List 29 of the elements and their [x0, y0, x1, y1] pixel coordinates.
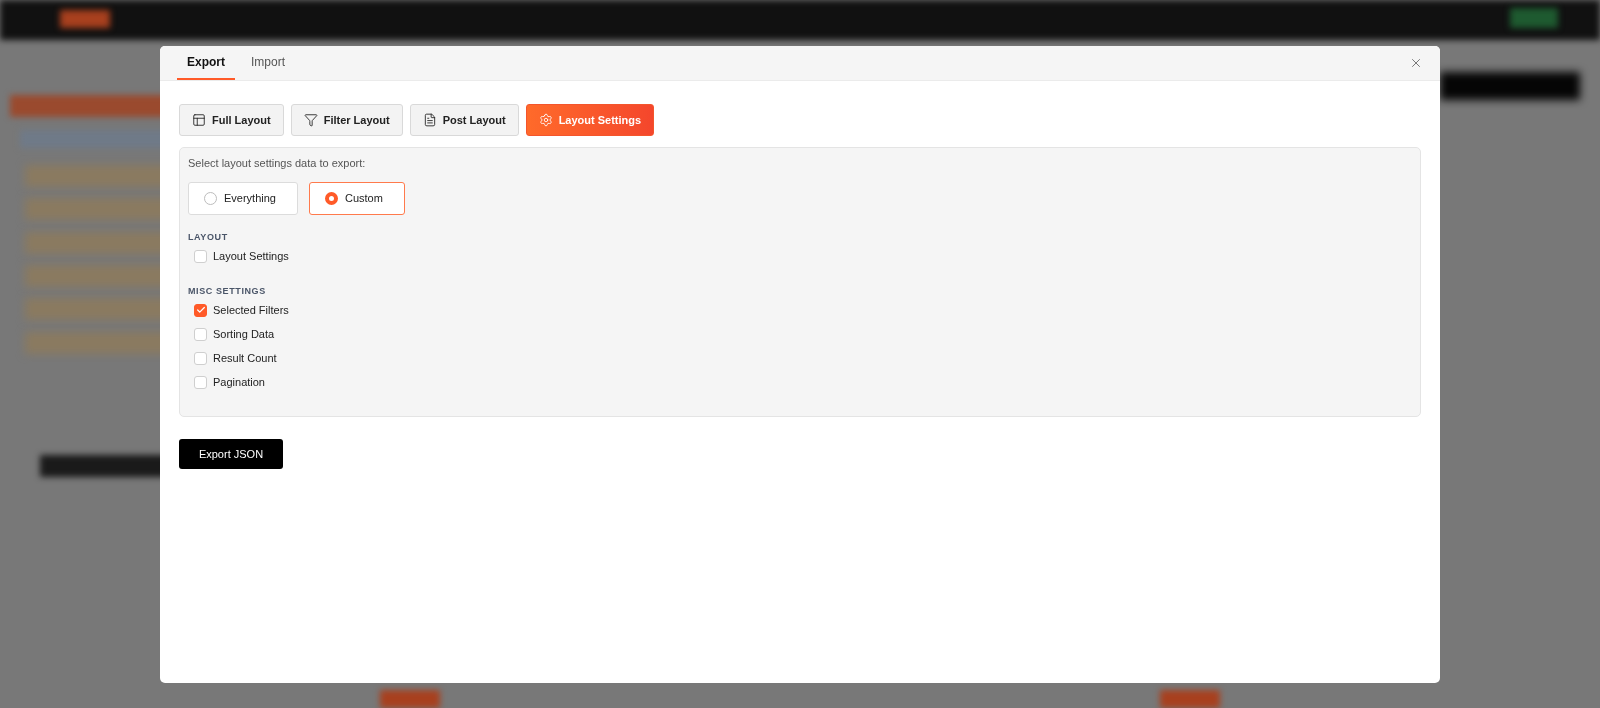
- group-heading: MISC SETTINGS: [188, 285, 267, 297]
- setting-checkbox-row[interactable]: Pagination: [188, 370, 269, 394]
- scope-option[interactable]: Everything: [188, 182, 298, 215]
- setting-checkbox-row[interactable]: Selected Filters: [188, 298, 293, 322]
- setting-checkbox-row[interactable]: Layout Settings: [188, 244, 293, 268]
- checkbox[interactable]: [194, 351, 207, 365]
- dialog-tab[interactable]: Import: [241, 46, 296, 80]
- setting-checkbox-row[interactable]: Result Count: [188, 346, 281, 370]
- check-icon: [195, 305, 206, 315]
- filter-icon: [303, 113, 318, 127]
- panel-prompt: Select layout settings data to export:: [188, 156, 367, 170]
- export-type-button[interactable]: Filter Layout: [290, 104, 403, 136]
- checkbox[interactable]: [194, 375, 207, 389]
- export-type-button[interactable]: Full Layout: [179, 104, 284, 136]
- scope-option[interactable]: Custom: [309, 182, 405, 215]
- settings-icon: [538, 113, 553, 127]
- checkbox[interactable]: [194, 249, 207, 263]
- dialog-tab[interactable]: Export: [177, 46, 235, 80]
- export-json-button[interactable]: Export JSON: [179, 439, 283, 469]
- radio-icon: [325, 192, 338, 205]
- setting-checkbox-row[interactable]: Sorting Data: [188, 322, 279, 346]
- group-heading: LAYOUT: [188, 231, 229, 243]
- export-type-button[interactable]: Post Layout: [409, 104, 519, 136]
- close-icon: [1409, 56, 1423, 70]
- checkbox[interactable]: [194, 327, 207, 341]
- radio-icon: [204, 192, 217, 205]
- checkbox[interactable]: [194, 303, 207, 317]
- document-icon: [422, 113, 437, 127]
- layout-icon: [192, 113, 206, 127]
